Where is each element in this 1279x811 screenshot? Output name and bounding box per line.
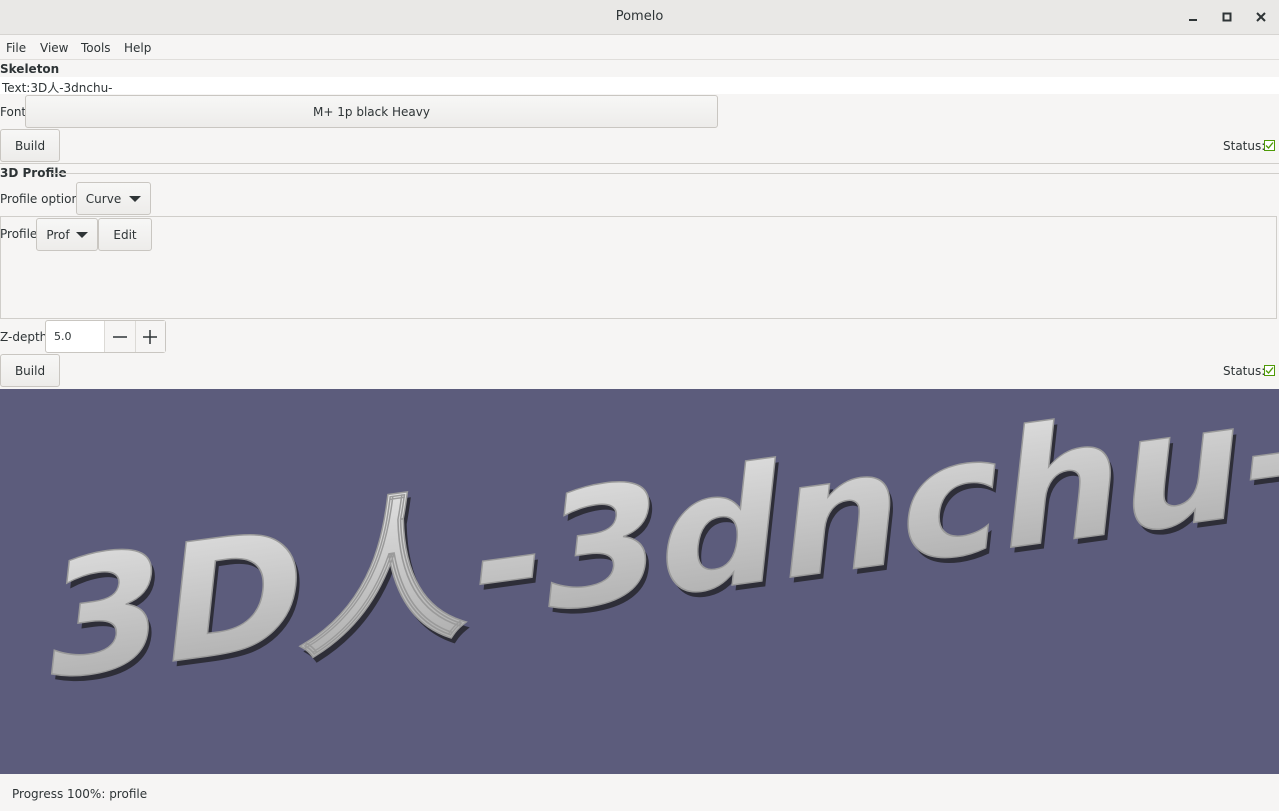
zdepth-input[interactable]: 5.0 — [46, 321, 105, 352]
profile-dropdown[interactable]: Prof — [36, 218, 98, 251]
minus-icon — [112, 335, 127, 338]
plus-icon — [143, 329, 158, 344]
zdepth-decrement-button[interactable] — [105, 321, 135, 352]
zdepth-label: Z-depth: — [0, 330, 52, 344]
maximize-icon — [1222, 12, 1232, 22]
3d-text-render: 3D人-3dnchu- 3D人-3dnchu- — [35, 389, 1279, 723]
skeleton-status-label: Status: — [1223, 139, 1266, 153]
profile-option-label: Profile option: — [0, 192, 84, 206]
profile-option-dropdown[interactable]: Curve — [76, 182, 151, 215]
window-title: Pomelo — [615, 9, 664, 24]
maximize-button[interactable] — [1218, 8, 1236, 26]
skeleton-text-field[interactable]: Text:3D人-3dnchu- — [0, 77, 1279, 95]
menu-help[interactable]: Help — [124, 41, 151, 55]
close-button[interactable] — [1252, 8, 1270, 26]
profile-status-label: Status: — [1223, 364, 1266, 378]
skeleton-status-check-icon — [1264, 140, 1275, 151]
skeleton-build-label: Build — [14, 138, 46, 153]
profile-build-label: Build — [14, 363, 46, 378]
menu-file[interactable]: File — [6, 41, 26, 55]
zdepth-increment-button[interactable] — [134, 321, 165, 352]
skeleton-text-value: Text:3D人-3dnchu- — [2, 81, 113, 95]
minimize-button[interactable] — [1184, 8, 1202, 26]
title-bar: Pomelo — [0, 0, 1279, 35]
edit-label: Edit — [113, 227, 137, 242]
close-icon — [1256, 12, 1266, 22]
menu-view[interactable]: View — [40, 41, 68, 55]
menu-tools[interactable]: Tools — [81, 41, 111, 55]
divider — [0, 163, 1279, 164]
skeleton-build-button[interactable]: Build — [0, 129, 60, 162]
font-chooser-button[interactable]: M+ 1p black Heavy — [25, 95, 718, 128]
progress-status-text: Progress 100%: profile — [12, 787, 148, 801]
dropdown-arrow-icon — [75, 231, 88, 238]
dropdown-arrow-icon — [129, 195, 142, 202]
divider — [52, 173, 1279, 174]
profile-value: Prof — [46, 227, 70, 242]
minimize-icon — [1189, 19, 1197, 21]
profile-option-value: Curve — [85, 191, 122, 206]
menu-bar: File View Tools Help — [0, 35, 1279, 60]
font-chooser-value: M+ 1p black Heavy — [313, 104, 430, 119]
profile-build-button[interactable]: Build — [0, 354, 60, 387]
skeleton-section-label: Skeleton — [0, 62, 60, 76]
profile-status-check-icon — [1264, 365, 1275, 376]
zdepth-spinbutton[interactable]: 5.0 — [45, 320, 166, 353]
3d-viewport[interactable]: 3D人-3dnchu- 3D人-3dnchu- — [0, 389, 1279, 774]
status-bar: Progress 100%: profile — [0, 774, 1279, 811]
edit-profile-button[interactable]: Edit — [98, 218, 152, 251]
profile-area — [0, 216, 1277, 319]
3d-text: 3D人-3dnchu- — [36, 389, 1279, 718]
